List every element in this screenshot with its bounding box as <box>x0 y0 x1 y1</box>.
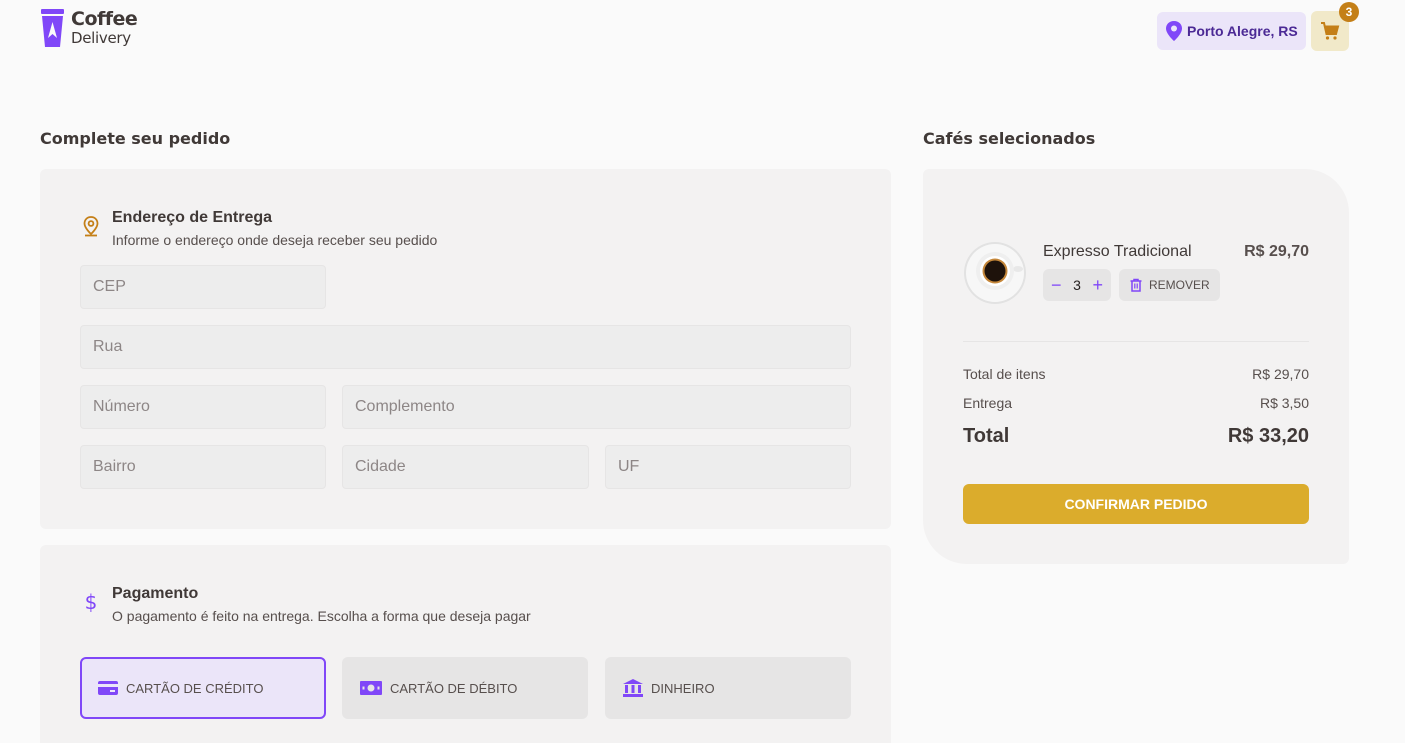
location-text: Porto Alegre, RS <box>1187 23 1298 39</box>
cart-button[interactable]: 3 <box>1311 2 1359 51</box>
items-total-value: R$ 29,70 <box>1252 366 1309 382</box>
shopping-cart-icon <box>1321 22 1340 40</box>
payment-header: $ Pagamento O pagamento é feito na entre… <box>80 585 531 624</box>
state-input[interactable] <box>605 445 851 489</box>
divider <box>963 341 1309 342</box>
remove-button[interactable]: REMOVER <box>1119 269 1220 301</box>
grand-total-label: Total <box>963 425 1010 447</box>
delivery-label: Entrega <box>963 395 1013 411</box>
address-card: Endereço de Entrega Informe o endereço o… <box>40 169 891 529</box>
delivery-row: Entrega R$ 3,50 <box>963 395 1309 411</box>
cart-count-badge: 3 <box>1339 2 1359 22</box>
checkout-title: Complete seu pedido <box>40 129 231 148</box>
address-subtitle: Informe o endereço onde deseja receber s… <box>112 232 438 248</box>
payment-option-cash-label: DINHEIRO <box>651 680 715 696</box>
delivery-value: R$ 3,50 <box>1259 395 1309 411</box>
payment-card: $ Pagamento O pagamento é feito na entre… <box>40 545 891 743</box>
street-input[interactable] <box>80 325 851 369</box>
payment-option-debit-label: CARTÃO DE DÉBITO <box>390 680 518 696</box>
complement-input[interactable] <box>342 385 851 429</box>
confirm-order-button[interactable]: CONFIRMAR PEDIDO <box>963 484 1309 524</box>
payment-option-debit[interactable]: CARTÃO DE DÉBITO <box>342 657 588 719</box>
coffee-cup-image <box>964 242 1026 304</box>
bank-note-icon <box>360 681 382 695</box>
logo-line-1: Coffee <box>71 8 138 30</box>
payment-option-credit[interactable]: CARTÃO DE CRÉDITO <box>80 657 326 719</box>
selected-coffees-title: Cafés selecionados <box>923 129 1096 148</box>
address-header: Endereço de Entrega Informe o endereço o… <box>80 209 437 248</box>
items-total-row: Total de itens R$ 29,70 <box>963 366 1309 382</box>
logo-line-2: Delivery <box>71 29 131 47</box>
cep-input[interactable] <box>80 265 326 309</box>
svg-text:$: $ <box>85 591 98 613</box>
order-summary-card: Expresso Tradicional R$ 29,70 − 3 + REMO… <box>923 169 1349 564</box>
map-pin-icon <box>1166 21 1182 41</box>
minus-icon[interactable]: − <box>1051 276 1062 294</box>
payment-option-credit-label: CARTÃO DE CRÉDITO <box>126 680 264 696</box>
quantity-stepper: − 3 + <box>1043 269 1111 301</box>
quantity-value: 3 <box>1073 277 1081 293</box>
credit-card-icon <box>98 681 118 695</box>
remove-label: REMOVER <box>1149 278 1210 292</box>
city-input[interactable] <box>342 445 589 489</box>
logo-text: Coffee Delivery <box>71 8 138 47</box>
coffee-cup-logo-icon <box>41 9 64 47</box>
plus-icon[interactable]: + <box>1092 276 1103 294</box>
payment-heading: Pagamento <box>112 585 199 602</box>
location-badge[interactable]: Porto Alegre, RS <box>1157 12 1306 50</box>
payment-subtitle: O pagamento é feito na entrega. Escolha … <box>112 608 531 624</box>
cart-item: Expresso Tradicional R$ 29,70 − 3 + REMO… <box>963 241 1309 305</box>
number-input[interactable] <box>80 385 326 429</box>
payment-option-cash[interactable]: DINHEIRO <box>605 657 851 719</box>
map-pin-line-icon <box>83 216 99 237</box>
grand-total-value: R$ 33,20 <box>1227 425 1309 447</box>
bank-icon <box>623 679 643 697</box>
cart-item-price: R$ 29,70 <box>1244 243 1309 260</box>
currency-dollar-icon: $ <box>85 591 98 613</box>
neighborhood-input[interactable] <box>80 445 326 489</box>
cart-item-name: Expresso Tradicional <box>1043 243 1192 260</box>
logo[interactable]: Coffee Delivery <box>40 8 138 48</box>
trash-icon <box>1130 278 1142 292</box>
header: Coffee Delivery Porto Alegre, RS 3 <box>40 2 1359 53</box>
grand-total-row: Total R$ 33,20 <box>963 425 1309 448</box>
address-heading: Endereço de Entrega <box>112 209 273 226</box>
items-total-label: Total de itens <box>963 366 1046 382</box>
